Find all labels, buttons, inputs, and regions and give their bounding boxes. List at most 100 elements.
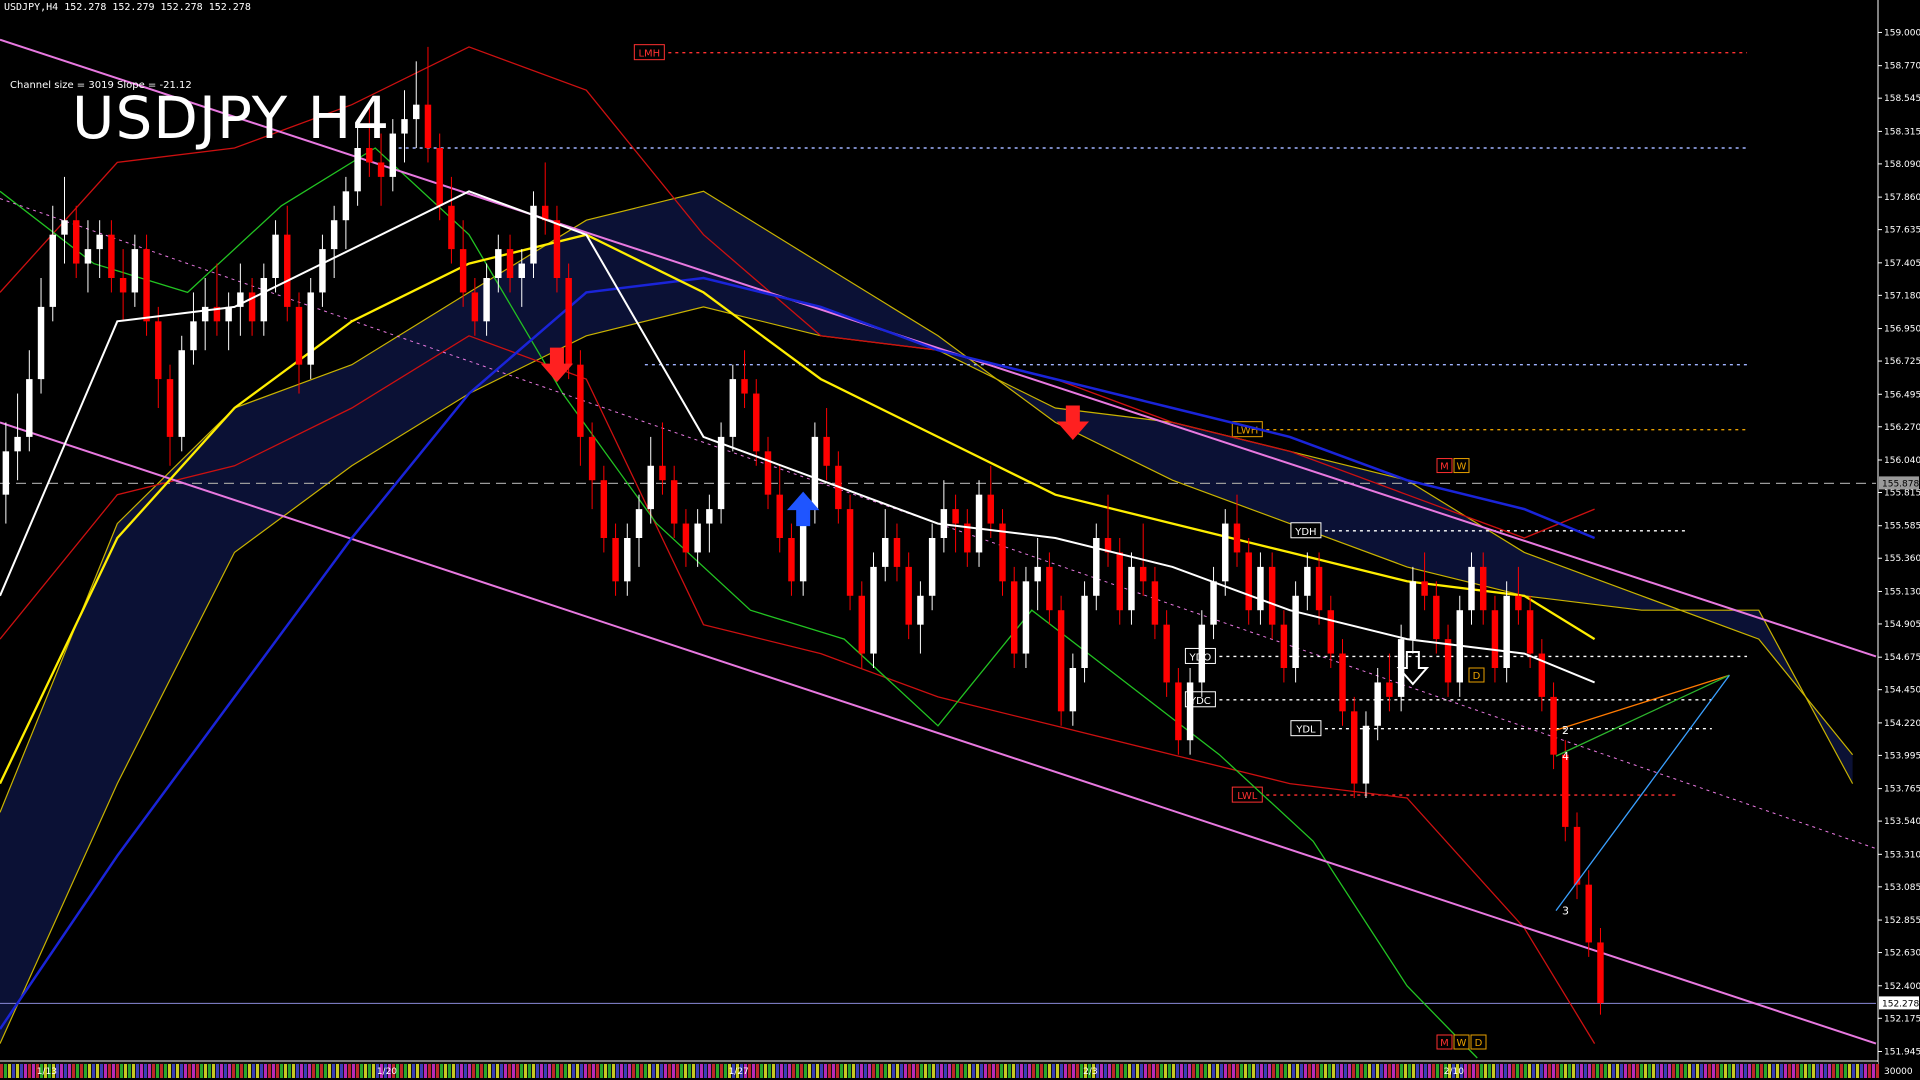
volume-bar	[220, 1064, 223, 1078]
volume-bar	[1796, 1064, 1799, 1078]
volume-bar	[1316, 1064, 1319, 1078]
price-tick-label-9: 156.950	[1884, 325, 1920, 335]
volume-bar	[1280, 1064, 1283, 1078]
volume-bar	[148, 1064, 151, 1078]
ma-blue	[0, 276, 1596, 1030]
price-tick-label-12: 156.270	[1884, 423, 1920, 433]
volume-bar	[1044, 1064, 1047, 1078]
projection-line-2	[1555, 674, 1730, 912]
volume-bar	[312, 1064, 315, 1078]
candle-body	[670, 480, 678, 524]
candle-body	[917, 595, 924, 625]
candle-body	[96, 234, 103, 250]
volume-bar	[160, 1064, 163, 1078]
volume-bar	[724, 1064, 727, 1078]
volume-bar	[1220, 1064, 1223, 1078]
volume-bar	[1340, 1064, 1343, 1078]
volume-bar	[1240, 1064, 1243, 1078]
volume-bar	[752, 1064, 755, 1078]
volume-bar	[900, 1064, 903, 1078]
candle-body	[1139, 566, 1147, 582]
price-tick-label-8: 157.180	[1884, 291, 1920, 301]
volume-bar	[472, 1064, 475, 1078]
candle-body	[694, 523, 701, 553]
volume-bar	[100, 1064, 103, 1078]
volume-bar	[676, 1064, 679, 1078]
candle-body	[37, 306, 45, 380]
volume-bar	[616, 1064, 619, 1078]
volume-bar	[276, 1064, 279, 1078]
volume-bar	[1500, 1064, 1503, 1078]
volume-bar	[780, 1064, 783, 1078]
volume-bar	[1832, 1064, 1835, 1078]
volume-bar	[884, 1064, 887, 1078]
volume-bar	[12, 1064, 15, 1078]
volume-bar	[452, 1064, 455, 1078]
volume-bar	[712, 1064, 715, 1078]
candle-body	[600, 480, 608, 538]
date-label-4: 2/10	[1444, 1067, 1464, 1077]
volume-bar	[144, 1064, 147, 1078]
volume-bar	[216, 1064, 219, 1078]
price-tick-label-26: 153.085	[1884, 883, 1920, 893]
projection-line-0	[1555, 674, 1730, 731]
candle-body	[928, 538, 936, 596]
volume-bar	[936, 1064, 939, 1078]
volume-bar	[1252, 1064, 1255, 1078]
price-tick-label-25: 153.310	[1884, 850, 1920, 860]
volume-bar	[184, 1064, 187, 1078]
volume-bar	[320, 1064, 323, 1078]
candle-body	[459, 249, 467, 293]
volume-bar	[668, 1064, 671, 1078]
chart-area[interactable]: LMHLWHYDHYDOYDCYDLLWL243MWMWDD159.000158…	[0, 0, 1920, 1080]
volume-bar	[768, 1064, 771, 1078]
candle-body	[893, 538, 901, 567]
channel-lower	[0, 421, 1877, 1045]
badge-top-label-1: W	[1457, 462, 1467, 473]
volume-bar	[200, 1064, 203, 1078]
volume-bar	[840, 1064, 843, 1078]
price-tick-label-2: 158.545	[1884, 94, 1920, 104]
volume-bar	[140, 1064, 143, 1078]
volume-bar	[784, 1064, 787, 1078]
volume-bar	[612, 1064, 615, 1078]
volume-bar	[628, 1064, 631, 1078]
volume-bar	[1820, 1064, 1823, 1078]
price-tick-label-16: 155.360	[1884, 554, 1920, 564]
volume-bar	[788, 1064, 791, 1078]
volume-bar	[1128, 1064, 1131, 1078]
candle-body	[823, 436, 830, 466]
volume-bar	[984, 1064, 987, 1078]
volume-bar	[496, 1064, 499, 1078]
volume-bar	[1136, 1064, 1139, 1078]
volume-bar	[156, 1064, 159, 1078]
volume-bar	[1732, 1064, 1735, 1078]
volume-bar	[1148, 1064, 1151, 1078]
volume-bar	[1508, 1064, 1511, 1078]
volume-bar	[1424, 1064, 1427, 1078]
volume-bar	[1640, 1064, 1643, 1078]
price-chart-svg[interactable]: LMHLWHYDHYDOYDCYDLLWL243MWMWDD159.000158…	[0, 0, 1920, 1080]
level-label-8: LWL	[1237, 791, 1258, 802]
volume-bar	[932, 1064, 935, 1078]
volume-bar	[904, 1064, 907, 1078]
volume-bar	[596, 1064, 599, 1078]
symbol-header: USDJPY,H4 152.278 152.279 152.278 152.27…	[4, 2, 251, 13]
volume-bar	[136, 1064, 139, 1078]
candle-body	[413, 104, 420, 120]
volume-bar	[1384, 1064, 1387, 1078]
volume-bar	[776, 1064, 779, 1078]
volume-bar	[1684, 1064, 1687, 1078]
candle-body	[1210, 581, 1217, 625]
volume-bar	[1572, 1064, 1575, 1078]
volume-bar	[1348, 1064, 1351, 1078]
volume-bar	[1040, 1064, 1043, 1078]
volume-bar	[1704, 1064, 1707, 1078]
volume-bar	[1724, 1064, 1727, 1078]
candle-body	[1151, 581, 1159, 625]
volume-bar	[104, 1064, 107, 1078]
price-tick-label-30: 152.175	[1884, 1014, 1920, 1024]
volume-bar	[1588, 1064, 1591, 1078]
volume-bar	[1284, 1064, 1287, 1078]
candle-body	[1034, 566, 1041, 582]
